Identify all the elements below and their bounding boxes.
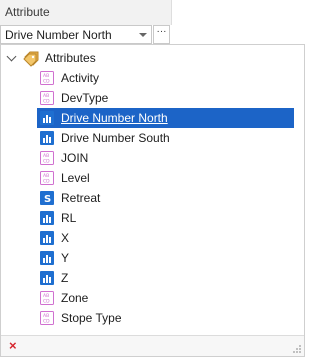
attribute-selector: Drive Number North ··· — [0, 25, 170, 44]
tree-item-label: DevType — [61, 91, 109, 105]
tree-item-label: Stope Type — [61, 311, 122, 325]
tree-item-label: Drive Number North — [61, 111, 168, 125]
panel-header: Attribute — [0, 0, 172, 25]
attribute-dropdown-popup: Attributes AB CD Activity AB CD DevType Drive … — [0, 44, 305, 357]
svg-text:CD: CD — [43, 179, 50, 185]
tree-item[interactable]: AB CD Stope Type — [37, 308, 294, 328]
svg-text:CD: CD — [43, 299, 50, 305]
text-abc-icon: ABCD — [40, 71, 54, 85]
tree-item[interactable]: AB CD Level — [37, 168, 294, 188]
svg-text:AB: AB — [43, 73, 49, 79]
tree-item[interactable]: Z — [37, 268, 294, 288]
tree-item[interactable]: Drive Number South — [37, 128, 294, 148]
text-abc-icon: ABCD — [40, 171, 54, 185]
numeric-icon — [40, 111, 54, 125]
tree-item-label: RL — [61, 211, 77, 225]
tree-item[interactable]: RL — [37, 208, 294, 228]
tree-item[interactable]: X — [37, 228, 294, 248]
svg-text:AB: AB — [43, 153, 49, 159]
tree-item-label: X — [61, 231, 70, 245]
svg-text:CD: CD — [43, 319, 50, 325]
tree-item[interactable]: Drive Number North — [37, 108, 294, 128]
numeric-icon — [40, 251, 54, 265]
tree-item[interactable]: AB CD Zone — [37, 288, 294, 308]
svg-text:AB: AB — [43, 313, 49, 319]
text-abc-icon: ABCD — [40, 311, 54, 325]
tree-item-label: Activity — [61, 71, 100, 85]
resize-grip-icon[interactable] — [293, 345, 301, 353]
svg-text:CD: CD — [43, 159, 50, 165]
chevron-down-icon[interactable] — [139, 33, 147, 37]
ellipsis-button[interactable]: ··· — [153, 25, 170, 44]
tree-item[interactable]: AB CD JOIN — [37, 148, 294, 168]
text-abc-icon: ABCD — [40, 291, 54, 305]
tree-root-label: Attributes — [45, 51, 96, 65]
combobox-value: Drive Number North — [5, 28, 112, 42]
svg-text:AB: AB — [43, 93, 49, 99]
numeric-icon — [40, 231, 54, 245]
text-abc-icon: ABCD — [40, 151, 54, 165]
text-abc-icon: ABCD — [40, 91, 54, 105]
dollar-icon: S — [40, 191, 54, 205]
tree-item-label: JOIN — [61, 151, 89, 165]
tree-item-label: Z — [61, 271, 69, 285]
numeric-icon — [40, 131, 54, 145]
tree-item[interactable]: AB CD Activity — [37, 68, 294, 88]
tree-item[interactable]: AB CD DevType — [37, 88, 294, 108]
folder-tag-icon — [23, 51, 39, 67]
numeric-icon — [40, 211, 54, 225]
tree-item[interactable]: S Retreat — [37, 188, 294, 208]
svg-text:AB: AB — [43, 293, 49, 299]
chevron-expand-icon[interactable] — [6, 51, 17, 62]
tree-item-label: Drive Number South — [61, 131, 170, 145]
svg-text:AB: AB — [43, 173, 49, 179]
tree-item-label: Y — [61, 251, 70, 265]
header-title: Attribute — [5, 5, 50, 19]
tree-item-label: Level — [61, 171, 90, 185]
numeric-icon — [40, 271, 54, 285]
tree-item[interactable]: Y — [37, 248, 294, 268]
popup-footer: × — [1, 335, 304, 356]
tree-item-label: Zone — [61, 291, 89, 305]
svg-text:CD: CD — [43, 99, 50, 105]
attribute-combobox[interactable]: Drive Number North — [0, 25, 152, 44]
tree-item-label: Retreat — [61, 191, 101, 205]
svg-text:CD: CD — [43, 79, 50, 85]
close-icon[interactable]: × — [9, 338, 17, 353]
tree-root-attributes[interactable]: Attributes — [1, 48, 304, 68]
svg-text:S: S — [44, 194, 51, 205]
